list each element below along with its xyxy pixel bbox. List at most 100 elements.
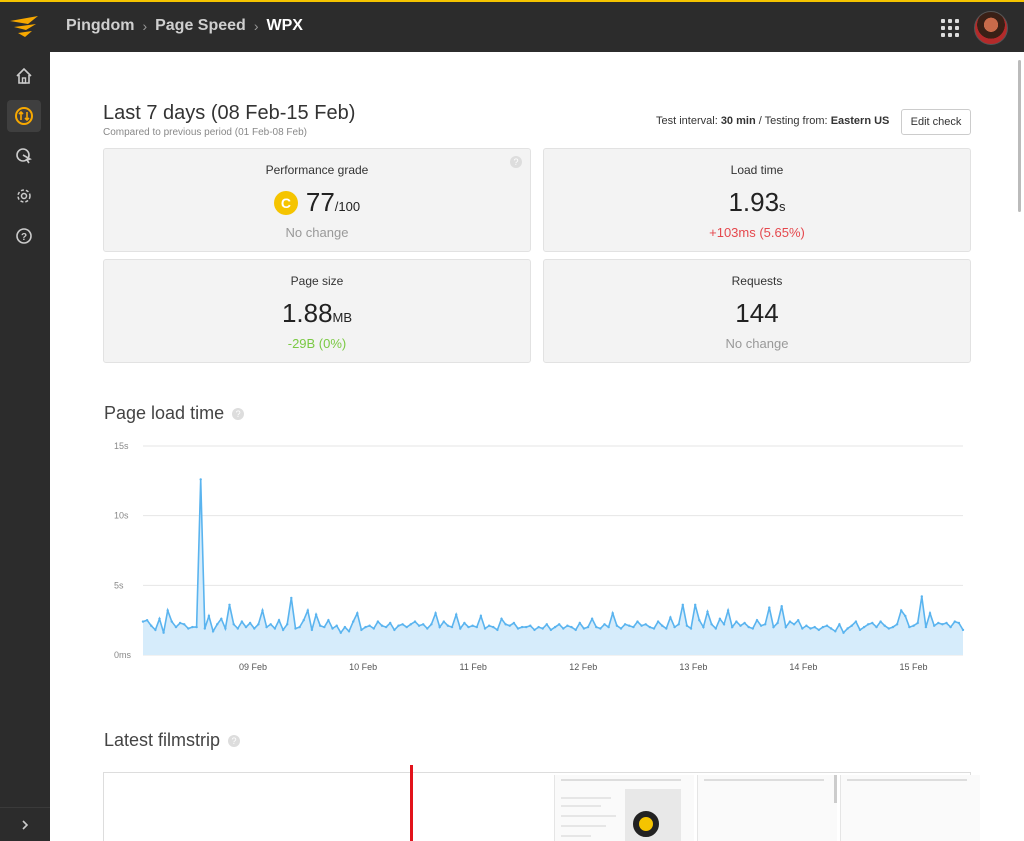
- edit-check-button[interactable]: Edit check: [901, 109, 971, 135]
- card-label: Performance grade: [265, 163, 369, 177]
- card-change: -29B (0%): [287, 336, 347, 351]
- data-point: [232, 623, 235, 626]
- data-point: [380, 624, 384, 627]
- data-point: [236, 627, 239, 630]
- apps-grid-icon[interactable]: [941, 19, 959, 37]
- data-point: [183, 623, 186, 626]
- page-title: Last 7 days (08 Feb-15 Feb): [103, 102, 356, 124]
- data-point: [904, 614, 907, 618]
- help-icon[interactable]: ?: [510, 156, 522, 168]
- sidebar-item-help[interactable]: ?: [7, 220, 41, 252]
- card-change: +103ms (5.65%): [709, 225, 805, 240]
- data-point: [718, 617, 722, 620]
- data-point: [953, 620, 956, 623]
- data-point: [722, 623, 726, 626]
- series-line: [142, 479, 964, 635]
- data-point: [277, 619, 281, 622]
- x-tick-label: 13 Feb: [679, 662, 707, 672]
- page-scrollbar[interactable]: [1018, 60, 1021, 212]
- data-point: [652, 627, 656, 630]
- solarwinds-logo-icon[interactable]: [8, 12, 42, 42]
- data-point: [850, 624, 853, 627]
- load-time-card: Load time 1.93s +103ms (5.65%): [543, 148, 971, 252]
- data-point: [253, 627, 256, 630]
- data-point: [211, 630, 215, 633]
- data-point: [417, 624, 421, 627]
- help-icon[interactable]: ?: [232, 408, 245, 421]
- data-point: [319, 624, 322, 627]
- data-point: [459, 627, 462, 630]
- data-point: [500, 617, 503, 620]
- data-point: [895, 623, 899, 626]
- card-label: Requests: [731, 274, 783, 288]
- y-tick-label: 15s: [114, 441, 129, 451]
- data-point: [871, 621, 874, 625]
- data-point: [302, 619, 305, 622]
- data-point: [178, 621, 182, 625]
- data-point: [224, 627, 227, 630]
- data-point: [603, 623, 606, 626]
- data-point: [162, 631, 165, 634]
- data-point: [759, 624, 763, 627]
- data-point: [422, 623, 425, 626]
- data-point: [545, 623, 548, 626]
- data-point: [685, 624, 689, 627]
- data-point: [335, 624, 338, 627]
- data-point: [389, 621, 392, 625]
- help-icon[interactable]: ?: [228, 735, 241, 748]
- test-interval-label: Test interval:: [656, 115, 718, 127]
- data-point: [714, 627, 717, 630]
- sidebar-item-settings[interactable]: [7, 180, 41, 212]
- data-point: [562, 627, 565, 630]
- filmstrip-marker[interactable]: [410, 765, 413, 841]
- filmstrip-frame[interactable]: [697, 775, 837, 841]
- data-point: [356, 612, 359, 615]
- data-point: [512, 621, 516, 625]
- data-point: [281, 628, 285, 632]
- x-tick-label: 11 Feb: [460, 662, 487, 672]
- data-point: [442, 620, 445, 623]
- testing-from-label: / Testing from:: [758, 115, 828, 127]
- x-tick-label: 14 Feb: [789, 662, 817, 672]
- data-point: [834, 630, 837, 633]
- data-point: [731, 625, 734, 629]
- sidebar-item-page-speed[interactable]: [7, 100, 41, 132]
- data-point: [912, 624, 915, 627]
- data-point: [611, 612, 614, 615]
- data-point: [170, 620, 173, 623]
- data-point: [220, 617, 223, 620]
- data-point: [883, 624, 886, 627]
- sidebar: ?: [0, 52, 50, 841]
- load-time-value: 1.93s: [728, 187, 786, 217]
- filmstrip-frame[interactable]: [554, 775, 694, 841]
- breadcrumb-pingdom[interactable]: Pingdom: [66, 17, 134, 35]
- sidebar-item-monitoring[interactable]: [7, 140, 41, 172]
- data-point: [595, 625, 598, 629]
- avatar[interactable]: [974, 11, 1008, 45]
- data-point: [368, 624, 371, 627]
- data-point: [479, 614, 483, 618]
- data-point: [248, 621, 252, 625]
- data-point: [961, 628, 965, 632]
- data-point: [434, 612, 437, 615]
- filmstrip-frame[interactable]: [840, 775, 980, 841]
- data-point: [269, 623, 272, 626]
- data-point: [628, 624, 631, 627]
- breadcrumb-page-speed[interactable]: Page Speed: [155, 17, 246, 35]
- card-change: No change: [725, 336, 789, 351]
- page-load-time-title: Page load time?: [104, 403, 245, 424]
- data-point: [698, 619, 701, 622]
- data-point: [298, 625, 301, 629]
- data-point: [607, 625, 610, 629]
- data-point: [273, 627, 277, 630]
- sidebar-expand-button[interactable]: [0, 807, 50, 841]
- data-point: [702, 625, 705, 629]
- sidebar-item-home[interactable]: [7, 60, 41, 92]
- data-point: [891, 625, 895, 629]
- data-point: [314, 613, 318, 616]
- requests-card: Requests 144 No change: [543, 259, 971, 363]
- data-point: [829, 627, 833, 630]
- data-point: [941, 623, 944, 626]
- chevron-right-icon: ›: [253, 18, 259, 34]
- card-label: Load time: [730, 163, 784, 177]
